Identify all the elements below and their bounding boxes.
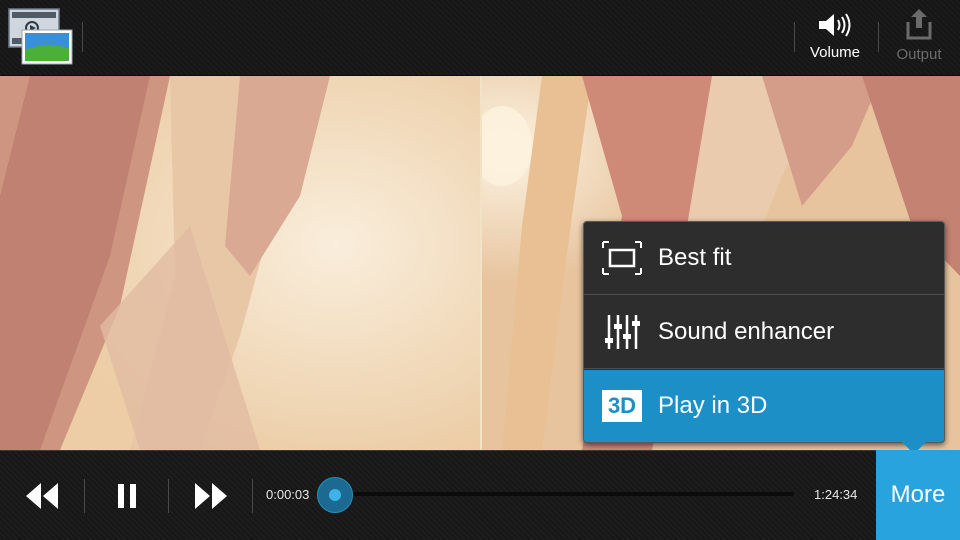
output-button[interactable]: Output: [881, 0, 957, 76]
seek-bar-track[interactable]: [334, 492, 794, 496]
volume-button[interactable]: Volume: [797, 0, 873, 76]
menu-pointer-arrow: [902, 442, 926, 450]
top-separator: [878, 22, 879, 52]
fast-forward-icon: [195, 483, 227, 509]
rewind-icon: [26, 483, 58, 509]
pause-button[interactable]: [85, 451, 169, 540]
seek-bar-thumb[interactable]: [317, 477, 353, 513]
total-time: 1:24:34: [814, 487, 858, 502]
more-options-menu: Best fit Sound enhancer 3D Play in 3D: [583, 221, 945, 450]
top-separator: [794, 22, 795, 52]
pause-icon: [118, 484, 136, 508]
top-bar: Volume Output: [0, 0, 960, 76]
share-output-icon: [906, 9, 932, 40]
menu-item-sound-enhancer[interactable]: Sound enhancer: [584, 296, 944, 369]
video-left-view: [0, 76, 480, 450]
menu-item-play-in-3d[interactable]: 3D Play in 3D: [584, 370, 944, 442]
video-player-app-icon[interactable]: [8, 6, 74, 66]
volume-icon: [819, 13, 851, 37]
video-frame[interactable]: Best fit Sound enhancer 3D Play in 3D: [0, 76, 960, 450]
equalizer-icon: [602, 312, 642, 352]
rewind-button[interactable]: [0, 451, 84, 540]
more-button[interactable]: More: [876, 450, 960, 540]
control-separator: [252, 479, 253, 513]
menu-item-label: Sound enhancer: [658, 318, 835, 345]
menu-item-best-fit[interactable]: Best fit: [584, 222, 944, 295]
menu-item-label: Best fit: [658, 244, 732, 271]
fast-forward-button[interactable]: [169, 451, 253, 540]
3d-icon: 3D: [602, 386, 642, 426]
current-time: 0:00:03: [266, 487, 310, 502]
seek-thumb-dot: [329, 489, 341, 501]
top-separator: [82, 22, 83, 52]
output-label: Output: [896, 46, 942, 63]
volume-label: Volume: [809, 44, 861, 61]
aspect-ratio-icon: [602, 238, 642, 278]
menu-item-label: Play in 3D: [658, 392, 768, 419]
